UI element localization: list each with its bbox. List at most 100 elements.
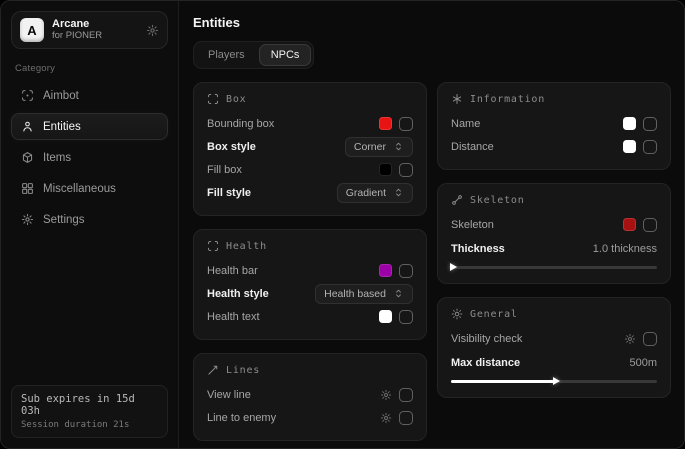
tab-bar: PlayersNPCs <box>193 41 314 69</box>
sidebar-item-label: Settings <box>43 214 85 226</box>
sidebar-item-settings[interactable]: Settings <box>11 206 168 233</box>
row-controls <box>623 218 657 232</box>
row-controls: Gradient <box>337 183 413 203</box>
checkbox[interactable] <box>399 264 413 278</box>
right-column: InformationNameDistanceSkeletonSkeletonT… <box>437 82 671 398</box>
slider-header: Max distance 500m <box>451 352 657 373</box>
card-general: General Visibility check Max distance 500m <box>437 297 671 398</box>
viewfinder-icon <box>207 240 219 252</box>
row-label: Skeleton <box>451 219 494 231</box>
row-skeleton: Skeleton <box>451 213 657 236</box>
color-swatch[interactable] <box>379 264 392 277</box>
settings-gear-icon <box>21 213 34 226</box>
checkbox[interactable] <box>399 411 413 425</box>
row-controls: Corner <box>345 137 413 157</box>
slider-track[interactable] <box>451 266 657 269</box>
slider-value: 500m <box>629 357 657 369</box>
sidebar-item-entities[interactable]: Entities <box>11 113 168 140</box>
unfold-icon <box>393 141 404 152</box>
app-window: A Arcane for PIONER Category Aimbot Entit… <box>0 0 685 449</box>
sidebar-nav: Aimbot Entities Items Miscellaneous Settings <box>11 82 168 233</box>
items-cube-icon <box>21 151 34 164</box>
row-label: Health style <box>207 288 269 300</box>
brand-logo: A <box>20 18 44 42</box>
row-box-style: Box style Corner <box>207 135 413 158</box>
row-name: Name <box>451 112 657 135</box>
row-label: Bounding box <box>207 118 274 130</box>
slider-label: Max distance <box>451 357 520 369</box>
sidebar-item-aimbot[interactable]: Aimbot <box>11 82 168 109</box>
color-swatch[interactable] <box>623 218 636 231</box>
dropdown-health-style[interactable]: Health based <box>315 284 413 304</box>
row-controls <box>379 264 413 278</box>
slider-label: Thickness <box>451 243 505 255</box>
card-header: General <box>451 308 657 320</box>
slider-max-distance[interactable] <box>451 376 657 386</box>
brand-card: A Arcane for PIONER <box>11 11 168 49</box>
row-controls <box>379 117 413 131</box>
checkbox[interactable] <box>399 163 413 177</box>
row-settings-gear-icon[interactable] <box>624 333 636 345</box>
row-health-text: Health text <box>207 305 413 328</box>
color-swatch[interactable] <box>379 117 392 130</box>
sidebar-item-label: Aimbot <box>43 90 79 102</box>
category-label: Category <box>15 63 164 74</box>
slider-thumb[interactable] <box>450 263 457 271</box>
tab-players[interactable]: Players <box>196 44 257 66</box>
settings-gear-icon[interactable] <box>146 24 159 37</box>
slider-value: 1.0 thickness <box>593 243 657 255</box>
slider-thumb[interactable] <box>553 377 560 385</box>
row-health-bar: Health bar <box>207 259 413 282</box>
dropdown-value: Gradient <box>346 187 386 199</box>
card-title: Information <box>470 94 545 105</box>
row-settings-gear-icon[interactable] <box>380 389 392 401</box>
slider-header: Thickness 1.0 thickness <box>451 238 657 259</box>
row-label: Distance <box>451 141 494 153</box>
checkbox[interactable] <box>643 117 657 131</box>
color-swatch[interactable] <box>623 140 636 153</box>
row-label: Box style <box>207 141 256 153</box>
card-box: BoxBounding boxBox styleCornerFill boxFi… <box>193 82 427 216</box>
main-panel: Entities PlayersNPCs BoxBounding boxBox … <box>179 1 684 448</box>
card-header: Health <box>207 240 413 252</box>
row-label: Fill box <box>207 164 242 176</box>
checkbox[interactable] <box>643 140 657 154</box>
color-swatch[interactable] <box>379 310 392 323</box>
dropdown-fill-style[interactable]: Gradient <box>337 183 413 203</box>
checkbox[interactable] <box>643 218 657 232</box>
color-swatch[interactable] <box>379 163 392 176</box>
pencil-line-icon <box>207 364 219 376</box>
session-duration: Session duration 21s <box>21 420 158 430</box>
checkbox[interactable] <box>399 310 413 324</box>
checkbox[interactable] <box>399 388 413 402</box>
row-label: Health text <box>207 311 260 323</box>
row-visibility-check: Visibility check <box>451 327 657 350</box>
row-label: View line <box>207 389 251 401</box>
dropdown-box-style[interactable]: Corner <box>345 137 413 157</box>
color-swatch[interactable] <box>623 117 636 130</box>
brand-text: Arcane for PIONER <box>52 18 138 42</box>
card-skeleton: SkeletonSkeletonThickness1.0 thickness <box>437 183 671 284</box>
bone-icon <box>451 194 463 206</box>
row-controls <box>623 140 657 154</box>
checkbox[interactable] <box>643 332 657 346</box>
info-sparkle-icon <box>451 93 463 105</box>
slider-thickness[interactable] <box>451 262 657 272</box>
sidebar-item-miscellaneous[interactable]: Miscellaneous <box>11 175 168 202</box>
row-controls <box>379 163 413 177</box>
entities-person-icon <box>21 120 34 133</box>
aimbot-crosshair-icon <box>21 89 34 102</box>
checkbox[interactable] <box>399 117 413 131</box>
row-label: Visibility check <box>451 333 522 345</box>
tab-npcs[interactable]: NPCs <box>259 44 312 66</box>
row-thickness: Thickness 1.0 thickness <box>451 238 657 272</box>
dropdown-value: Health based <box>324 288 386 300</box>
row-controls <box>379 310 413 324</box>
page-title: Entities <box>193 15 671 30</box>
unfold-icon <box>393 288 404 299</box>
unfold-icon <box>393 187 404 198</box>
row-settings-gear-icon[interactable] <box>380 412 392 424</box>
miscellaneous-grid-icon <box>21 182 34 195</box>
subscription-info-card: Sub expires in 15d 03h Session duration … <box>11 385 168 438</box>
sidebar-item-items[interactable]: Items <box>11 144 168 171</box>
